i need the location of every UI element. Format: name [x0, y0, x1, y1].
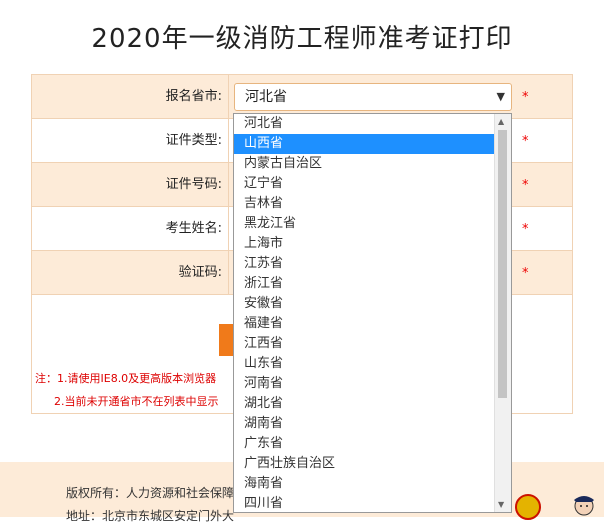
province-dropdown[interactable]: 河北省 山西省 内蒙古自治区 辽宁省 吉林省 黑龙江省 上海市 江苏省 浙江省 安徽省 福建省 江西省…: [233, 113, 512, 513]
province-option[interactable]: 广西壮族自治区: [234, 454, 496, 474]
province-option[interactable]: 江西省: [234, 334, 496, 354]
province-option[interactable]: 浙江省: [234, 274, 496, 294]
police-icon: [574, 496, 594, 516]
scroll-up-icon[interactable]: ▲: [498, 117, 504, 126]
required-star: *: [522, 178, 529, 193]
province-option[interactable]: 湖南省: [234, 414, 496, 434]
province-option[interactable]: 海南省: [234, 474, 496, 494]
province-option[interactable]: 福建省: [234, 314, 496, 334]
required-star: *: [522, 90, 529, 105]
label-captcha: 验证码:: [178, 265, 222, 280]
province-option[interactable]: 安徽省: [234, 294, 496, 314]
province-select-value: 河北省: [245, 89, 287, 105]
province-select[interactable]: 河北省 ▼: [234, 83, 512, 111]
note-2: 2.当前未开通省市不在列表中显示: [54, 395, 219, 408]
province-option[interactable]: 吉林省: [234, 194, 496, 214]
scroll-down-icon[interactable]: ▼: [498, 500, 504, 509]
scrollbar-thumb[interactable]: [498, 130, 507, 398]
label-id-type: 证件类型:: [165, 133, 222, 148]
note-1: 注：1.请使用IE8.0及更高版本浏览器: [35, 372, 217, 385]
province-option[interactable]: 山东省: [234, 354, 496, 374]
province-option[interactable]: 内蒙古自治区: [234, 154, 496, 174]
province-option[interactable]: 辽宁省: [234, 174, 496, 194]
province-option[interactable]: 河南省: [234, 374, 496, 394]
province-option[interactable]: 广东省: [234, 434, 496, 454]
required-star: *: [522, 222, 529, 237]
province-option[interactable]: 湖北省: [234, 394, 496, 414]
page-title: 2020年一级消防工程师准考证打印: [91, 24, 513, 54]
province-option[interactable]: 山西省: [234, 134, 496, 154]
province-option[interactable]: 上海市: [234, 234, 496, 254]
required-star: *: [522, 134, 529, 149]
province-option[interactable]: 四川省: [234, 494, 496, 512]
scrollbar[interactable]: ▲ ▼: [494, 114, 511, 512]
footer-copyright: 版权所有：人力资源和社会保障: [66, 486, 235, 500]
label-id-number: 证件号码:: [165, 177, 222, 192]
province-option[interactable]: 江苏省: [234, 254, 496, 274]
footer-address: 地址：北京市东城区安定门外大: [66, 509, 235, 523]
emblem-icon: [515, 494, 541, 520]
chevron-down-icon[interactable]: ▼: [497, 84, 505, 110]
label-name: 考生姓名:: [165, 221, 222, 236]
required-star: *: [522, 266, 529, 281]
province-option[interactable]: 河北省: [234, 114, 496, 134]
label-province: 报名省市:: [165, 89, 222, 104]
province-option[interactable]: 黑龙江省: [234, 214, 496, 234]
province-option-list: 河北省 山西省 内蒙古自治区 辽宁省 吉林省 黑龙江省 上海市 江苏省 浙江省 安徽省 福建省 江西省…: [234, 114, 496, 512]
